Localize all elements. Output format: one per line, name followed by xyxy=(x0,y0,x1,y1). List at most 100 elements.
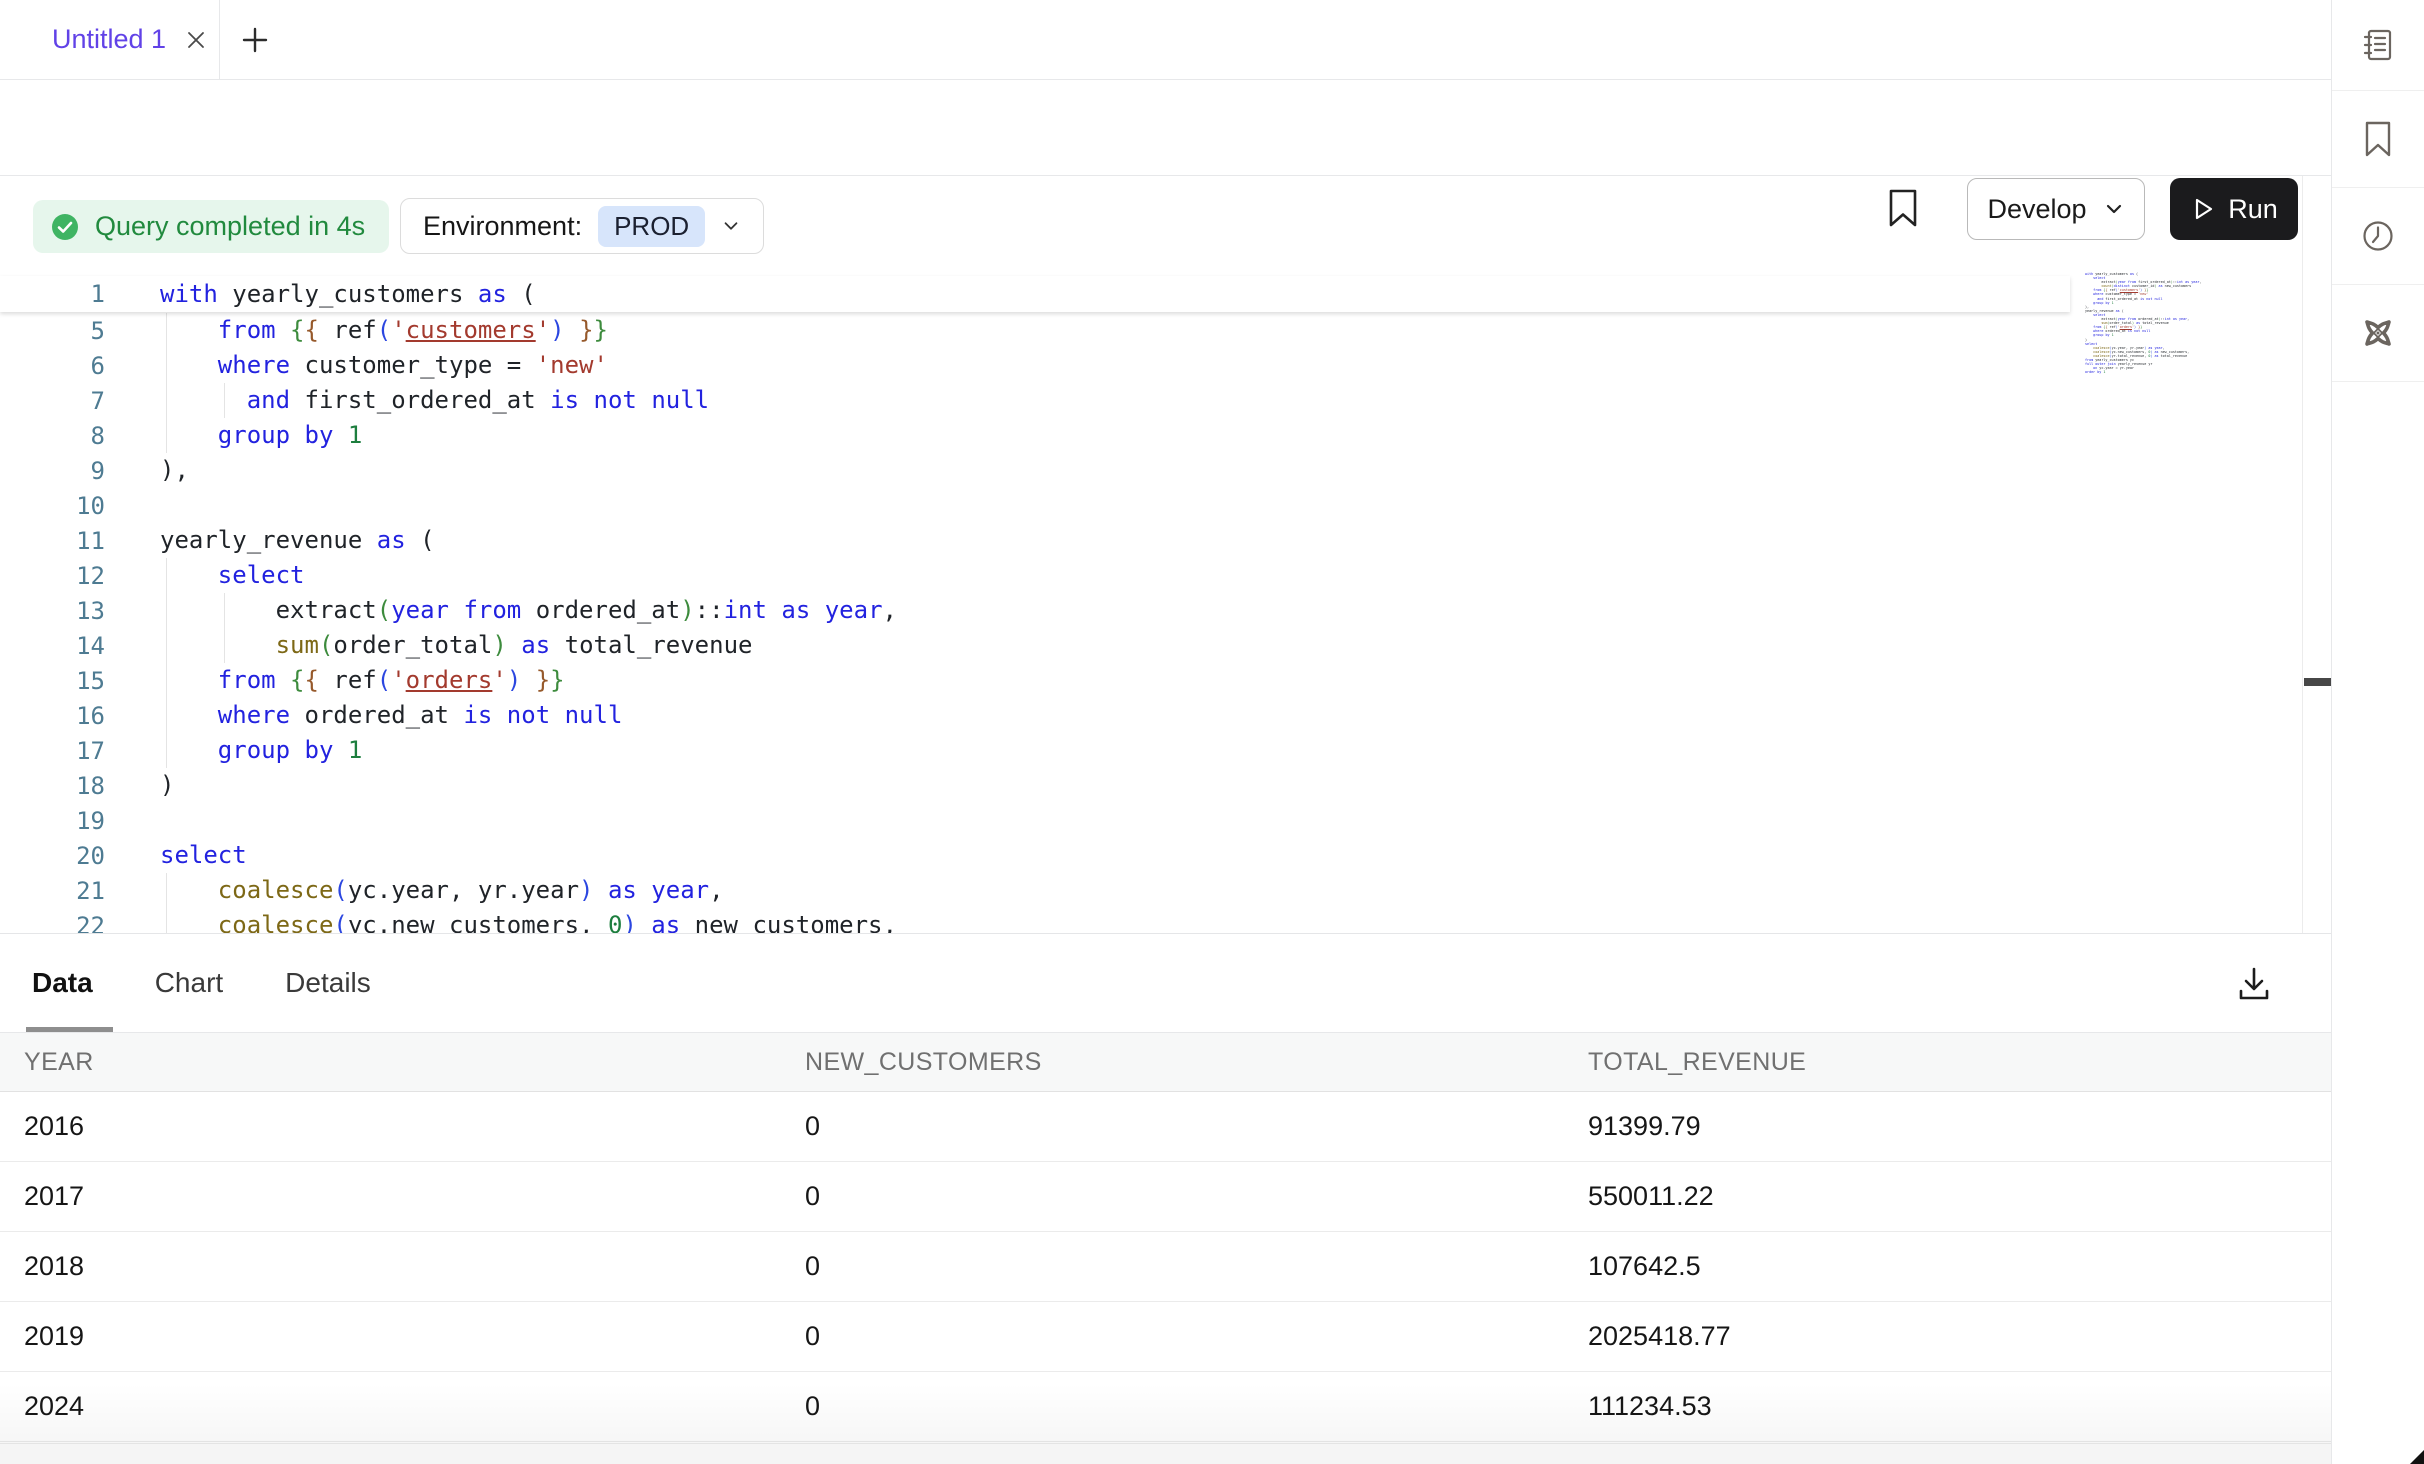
code-lines: 5 from {{ ref('customers') }}6 where cus… xyxy=(0,313,2070,933)
minimap-line: order by 1 xyxy=(2085,370,2275,374)
play-icon xyxy=(2190,196,2216,222)
new-tab-button[interactable] xyxy=(220,0,290,79)
table-cell: 91399.79 xyxy=(1564,1092,2331,1161)
table-row: 201902025418.77 xyxy=(0,1302,2331,1372)
table-cell: 2025418.77 xyxy=(1564,1302,2331,1371)
line-number: 9 xyxy=(0,457,120,485)
code-text: coalesce(yc.new_customers, 0) as new_cus… xyxy=(120,908,2070,933)
indent-guide xyxy=(166,873,167,908)
line-number: 15 xyxy=(0,667,120,695)
line-number: 1 xyxy=(0,280,120,308)
editor-scrollbar-thumb[interactable] xyxy=(2304,678,2331,686)
table-cell: 2016 xyxy=(0,1092,781,1161)
dbt-compass-icon[interactable] xyxy=(2332,285,2424,382)
chevron-down-icon xyxy=(2103,198,2125,220)
code-text: coalesce(yc.year, yr.year) as year, xyxy=(120,873,2070,908)
indent-guide xyxy=(166,593,167,628)
results-tab-chart[interactable]: Chart xyxy=(153,934,225,1032)
code-line: 11yearly_revenue as ( xyxy=(0,523,2070,558)
run-button[interactable]: Run xyxy=(2170,178,2298,240)
indent-guide xyxy=(166,383,167,418)
code-text: group by 1 xyxy=(120,418,2070,453)
environment-dropdown[interactable]: Environment: PROD xyxy=(400,198,764,254)
line-number: 14 xyxy=(0,632,120,660)
run-label: Run xyxy=(2228,194,2278,225)
indent-guide xyxy=(224,383,225,418)
results-scroll-strip xyxy=(0,1443,2331,1464)
sql-editor[interactable]: 5 from {{ ref('customers') }}6 where cus… xyxy=(0,260,2302,933)
code-text xyxy=(120,803,2070,838)
table-cell: 0 xyxy=(781,1232,1564,1301)
line-number: 13 xyxy=(0,597,120,625)
bookmark-icon[interactable] xyxy=(2332,91,2424,188)
table-cell: 0 xyxy=(781,1302,1564,1371)
table-cell: 2017 xyxy=(0,1162,781,1231)
line-number: 6 xyxy=(0,352,120,380)
chevron-down-icon xyxy=(721,216,741,236)
indent-guide xyxy=(166,628,167,663)
code-line: 17 group by 1 xyxy=(0,733,2070,768)
table-row: 20180107642.5 xyxy=(0,1232,2331,1302)
resize-corner-mark xyxy=(2410,1450,2424,1464)
develop-label: Develop xyxy=(1987,194,2086,225)
indent-guide xyxy=(166,313,167,348)
table-cell: 2019 xyxy=(0,1302,781,1371)
column-header: NEW_CUSTOMERS xyxy=(781,1033,1564,1091)
bookmark-icon[interactable] xyxy=(1886,188,1920,228)
code-text: extract(year from ordered_at)::int as ye… xyxy=(120,593,2070,628)
indent-guide xyxy=(224,628,225,663)
code-line: 18) xyxy=(0,768,2070,803)
line-number: 12 xyxy=(0,562,120,590)
code-line: 14 sum(order_total) as total_revenue xyxy=(0,628,2070,663)
code-line: 19 xyxy=(0,803,2070,838)
indent-guide xyxy=(224,593,225,628)
code-line: 1with yearly_customers as ( xyxy=(0,276,2070,312)
line-number: 22 xyxy=(0,912,120,934)
editor-minimap[interactable]: with yearly_customers as ( select extrac… xyxy=(2085,272,2275,374)
code-text: from {{ ref('customers') }} xyxy=(120,313,2070,348)
tab-untitled-1[interactable]: Untitled 1 xyxy=(0,0,220,79)
code-line: 16 where ordered_at is not null xyxy=(0,698,2070,733)
results-panel: DataChartDetails YEARNEW_CUSTOMERSTOTAL_… xyxy=(0,933,2331,1464)
table-row: 2016091399.79 xyxy=(0,1092,2331,1162)
indent-guide xyxy=(166,733,167,768)
develop-dropdown[interactable]: Develop xyxy=(1967,178,2145,240)
results-tab-details[interactable]: Details xyxy=(283,934,373,1032)
indent-guide xyxy=(166,418,167,453)
indent-guide xyxy=(166,558,167,593)
table-cell: 550011.22 xyxy=(1564,1162,2331,1231)
table-cell: 2018 xyxy=(0,1232,781,1301)
close-icon[interactable] xyxy=(184,28,208,52)
sticky-scroll-line: 1with yearly_customers as ( xyxy=(0,276,2070,312)
table-cell: 111234.53 xyxy=(1564,1372,2331,1441)
history-icon[interactable] xyxy=(2332,188,2424,285)
notebook-icon[interactable] xyxy=(2332,0,2424,91)
results-tab-data[interactable]: Data xyxy=(30,934,95,1032)
download-icon[interactable] xyxy=(2232,962,2276,1006)
code-line: 22 coalesce(yc.new_customers, 0) as new_… xyxy=(0,908,2070,933)
code-line: 9), xyxy=(0,453,2070,488)
code-text: ) xyxy=(120,768,2070,803)
line-number: 20 xyxy=(0,842,120,870)
code-line: 6 where customer_type = 'new' xyxy=(0,348,2070,383)
code-text: ), xyxy=(120,453,2070,488)
code-line: 12 select xyxy=(0,558,2070,593)
line-number: 16 xyxy=(0,702,120,730)
query-status-badge: Query completed in 4s xyxy=(33,200,389,253)
table-cell: 2024 xyxy=(0,1372,781,1441)
line-number: 5 xyxy=(0,317,120,345)
code-line: 8 group by 1 xyxy=(0,418,2070,453)
table-cell: 0 xyxy=(781,1372,1564,1441)
indent-guide xyxy=(166,663,167,698)
code-text: with yearly_customers as ( xyxy=(120,277,2070,312)
code-line: 5 from {{ ref('customers') }} xyxy=(0,313,2070,348)
code-text: group by 1 xyxy=(120,733,2070,768)
line-number: 8 xyxy=(0,422,120,450)
code-text: select xyxy=(120,838,2070,873)
indent-guide xyxy=(166,908,167,933)
code-text: sum(order_total) as total_revenue xyxy=(120,628,2070,663)
line-number: 7 xyxy=(0,387,120,415)
table-row: 20170550011.22 xyxy=(0,1162,2331,1232)
line-number: 17 xyxy=(0,737,120,765)
code-text: yearly_revenue as ( xyxy=(120,523,2070,558)
